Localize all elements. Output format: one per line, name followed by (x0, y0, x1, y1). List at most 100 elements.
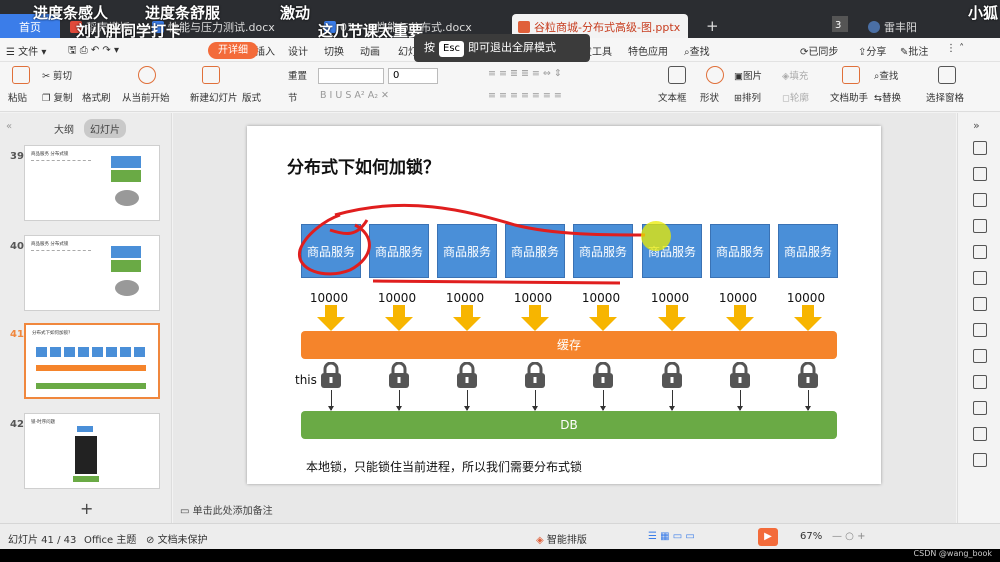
format-painter-button[interactable]: 格式刷 (82, 90, 111, 104)
sidebar-tool-icon[interactable] (973, 193, 987, 207)
assistant-icon (842, 66, 860, 84)
outline-button[interactable]: ◻轮廓 (782, 90, 809, 104)
textbox-button[interactable]: 文本框 (658, 90, 687, 104)
menu-switch[interactable]: 切换 (324, 43, 344, 58)
notes-placeholder[interactable]: ▭ 单击此处添加备注 (180, 502, 273, 517)
expand-icon[interactable]: » (973, 119, 980, 132)
down-arrow-icon (453, 305, 481, 331)
more-menu[interactable]: ⋮ ˄ (946, 43, 964, 54)
sidebar-tool-icon[interactable] (973, 297, 987, 311)
thumb-shape (73, 476, 99, 482)
tab-slides[interactable]: 幻灯片 (84, 119, 126, 138)
cursor-highlight (641, 221, 671, 251)
new-tab-button[interactable]: + (700, 12, 720, 36)
user-account[interactable]: 雷丰阳 (862, 14, 922, 38)
danmaku-comment: 激动 (280, 4, 311, 22)
tab-outline[interactable]: 大纲 (54, 121, 74, 136)
lock-icon (321, 362, 341, 388)
menu-search[interactable]: ⌕查找 (684, 43, 710, 58)
sidebar-tool-icon[interactable] (973, 453, 987, 467)
find-button[interactable]: ⌕查找 (874, 68, 898, 82)
cut-button[interactable]: ✂ 剪切 (42, 68, 72, 82)
thumb-text (31, 160, 91, 190)
slide-thumbnail-42[interactable]: 锁-时序问题 (24, 413, 160, 489)
quick-access-icons[interactable]: 🖫 ⎙ ↶ ↷ ▾ (68, 43, 119, 60)
slide-title[interactable]: 分布式下如何加锁？ (287, 153, 440, 178)
arrange-button[interactable]: ⊞排列 (734, 90, 761, 104)
replace-button[interactable]: ⇆替换 (874, 90, 901, 104)
menu-start-active[interactable]: 开详细 (208, 42, 258, 59)
smart-layout-button[interactable]: ◈ 智能排版 (536, 531, 587, 546)
shape-icon (706, 66, 724, 84)
sidebar-tool-icon[interactable] (973, 401, 987, 415)
layout-dropdown[interactable]: 版式 (242, 90, 261, 104)
thumb-shape (111, 170, 141, 182)
select-pane-button[interactable]: 选择窗格 (926, 90, 964, 104)
paste-button[interactable]: 粘贴 (8, 90, 27, 104)
share-button[interactable]: ⇪分享 (858, 43, 886, 58)
protect-status[interactable]: ⊘ 文档未保护 (146, 531, 208, 546)
theme-name[interactable]: Office 主题 (84, 531, 136, 546)
reset-button[interactable]: 重置 (288, 68, 307, 82)
sidebar-tool-icon[interactable] (973, 427, 987, 441)
menu-file[interactable]: ☰ 文件 ▾ (6, 43, 46, 58)
db-bar[interactable]: DB (301, 411, 837, 439)
font-size-input[interactable]: 0 (388, 68, 438, 84)
button-label: 剪切 (52, 71, 72, 82)
avatar (868, 21, 880, 33)
slide-note-text[interactable]: 本地锁，只能锁住当前进程，所以我们需要分布式锁 (306, 458, 582, 475)
picture-button[interactable]: ▣图片 (734, 68, 762, 82)
sidebar-tool-icon[interactable] (973, 245, 987, 259)
sidebar-tool-icon[interactable] (973, 375, 987, 389)
sidebar-tool-icon[interactable] (973, 323, 987, 337)
sidebar-tool-icon[interactable] (973, 219, 987, 233)
comment-button[interactable]: ✎批注 (900, 43, 928, 58)
copy-button[interactable]: ❐ 复制 (42, 90, 73, 104)
collapse-panel-icon[interactable]: « (6, 121, 12, 132)
zoom-level[interactable]: 67% (800, 531, 822, 542)
status-bar: 幻灯片 41 / 43 Office 主题 ⊘ 文档未保护 ◈ 智能排版 ☰ ▦… (0, 523, 1000, 549)
cache-bar[interactable]: 缓存 (301, 331, 837, 359)
lock-icon (389, 362, 409, 388)
shape-button[interactable]: 形状 (700, 90, 719, 104)
slide-thumbnail-panel: « 大纲 幻灯片 39 商品服务 分布式锁 40 商品服务 分布式锁 41 分布… (0, 113, 172, 523)
sidebar-tool-icon[interactable] (973, 271, 987, 285)
service-node[interactable]: 商品服务 (710, 224, 770, 278)
service-node[interactable]: 商品服务 (778, 224, 838, 278)
text-format-icons[interactable]: B I U S A² A₂ ✕ (320, 90, 389, 101)
paragraph-icons[interactable]: ≡ ≡ ≣ ≣ ≡ ⇔ ⇕ (488, 68, 562, 79)
request-count: 10000 (786, 291, 826, 305)
button-label: 复制 (53, 93, 73, 104)
font-name-input[interactable] (318, 68, 384, 84)
menu-insert[interactable]: 插入 (255, 43, 275, 58)
view-mode-icons[interactable]: ☰ ▦ ▭ ▭ (648, 531, 695, 542)
window-counter[interactable]: 3 (832, 16, 848, 32)
fill-button[interactable]: ◈填充 (782, 68, 808, 82)
doc-assistant-button[interactable]: 文档助手 (830, 90, 868, 104)
ribbon-toolbar: 粘贴 ✂ 剪切 ❐ 复制 格式刷 从当前开始 新建幻灯片 版式 节 重置 0 B… (0, 62, 1000, 112)
section-dropdown[interactable]: 节 (288, 90, 298, 104)
menu-features[interactable]: 特色应用 (628, 43, 668, 58)
add-slide-button[interactable]: + (80, 499, 93, 518)
slide-thumbnail-41-selected[interactable]: 分布式下如何加锁？ (24, 323, 160, 399)
status-label: 智能排版 (546, 535, 587, 546)
menu-animation[interactable]: 动画 (360, 43, 380, 58)
wps-presentation-window: 首页 稻壳模板 性能与压力测试.docx 01——性能与分布式.docx 谷粒商… (0, 0, 1000, 562)
new-slide-button[interactable]: 新建幻灯片 (190, 90, 238, 104)
alignment-icons[interactable]: ≡ ≡ ≡ ≡ ≡ ≡ ≡ (488, 90, 562, 101)
sidebar-tool-icon[interactable] (973, 167, 987, 181)
thumb-shape (36, 347, 146, 357)
play-slideshow-button[interactable]: ▶ (758, 528, 778, 546)
sidebar-tool-icon[interactable] (973, 349, 987, 363)
menu-design[interactable]: 设计 (288, 43, 308, 58)
user-name: 雷丰阳 (884, 21, 917, 34)
slide-thumbnail-39[interactable]: 商品服务 分布式锁 (24, 145, 160, 221)
button-label: 图片 (742, 71, 762, 82)
textbox-icon (668, 66, 686, 84)
status-label: 文档未保护 (157, 535, 208, 546)
sync-status[interactable]: ⟳已同步 (800, 43, 838, 58)
sidebar-tool-icon[interactable] (973, 141, 987, 155)
zoom-controls[interactable]: — ○ + (832, 531, 865, 542)
slide-thumbnail-40[interactable]: 商品服务 分布式锁 (24, 235, 160, 311)
play-from-current-button[interactable]: 从当前开始 (122, 90, 170, 104)
